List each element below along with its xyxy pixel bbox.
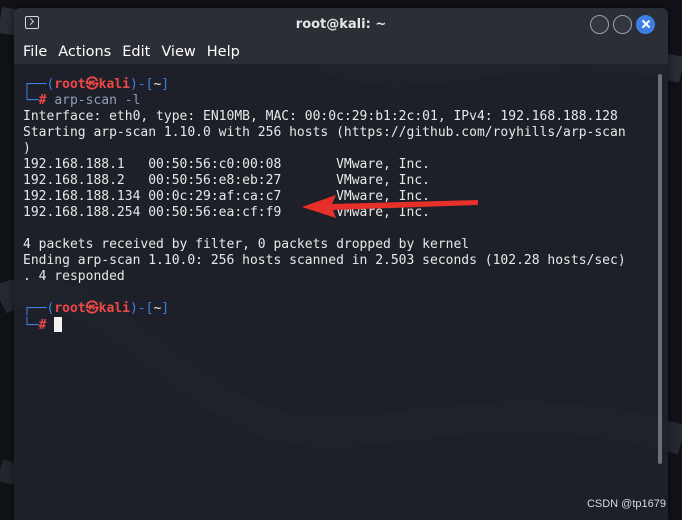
- host-row: 192.168.188.2 00:50:56:e8:eb:27 VMware, …: [23, 173, 430, 188]
- prompt-line: ┌──(root㉿kali)-[~]: [23, 77, 170, 92]
- host-row-highlighted: 192.168.188.134 00:0c:29:af:ca:c7 VMware…: [23, 189, 430, 204]
- output-line: ): [23, 141, 31, 156]
- menu-file[interactable]: File: [18, 40, 52, 64]
- window-title: root@kali: ~: [295, 16, 387, 32]
- terminal-icon: [25, 16, 39, 29]
- command-line: └─#: [23, 317, 668, 333]
- watermark: CSDN @tp1679: [586, 498, 666, 510]
- maximize-button[interactable]: [613, 15, 632, 34]
- command-text: arp-scan -l: [54, 93, 141, 108]
- menu-actions[interactable]: Actions: [53, 40, 116, 64]
- output-line: Starting arp-scan 1.10.0 with 256 hosts …: [23, 125, 626, 140]
- desktop: root@kali: ~ File Actions Edit View Help…: [0, 0, 682, 520]
- terminal-output-area[interactable]: ┌──(root㉿kali)-[~] └─# arp-scan -l Inter…: [14, 65, 668, 505]
- terminal-window: root@kali: ~ File Actions Edit View Help…: [14, 8, 668, 520]
- host-row: 192.168.188.254 00:50:56:ea:cf:f9 VMware…: [23, 205, 430, 220]
- command-line: └─# arp-scan -l: [23, 93, 141, 108]
- title-bar[interactable]: root@kali: ~: [14, 8, 668, 40]
- menu-help[interactable]: Help: [202, 40, 245, 64]
- output-line: Interface: eth0, type: EN10MB, MAC: 00:0…: [23, 109, 618, 124]
- menu-view[interactable]: View: [156, 40, 200, 64]
- close-button[interactable]: [636, 15, 655, 34]
- output-line: 4 packets received by filter, 0 packets …: [23, 237, 470, 252]
- output-line: Ending arp-scan 1.10.0: 256 hosts scanne…: [23, 253, 626, 268]
- scrollbar[interactable]: [658, 74, 662, 464]
- minimize-button[interactable]: [590, 15, 609, 34]
- host-row: 192.168.188.1 00:50:56:c0:00:08 VMware, …: [23, 157, 430, 172]
- output-line: . 4 responded: [23, 269, 125, 284]
- menu-bar: File Actions Edit View Help: [14, 40, 668, 65]
- menu-edit[interactable]: Edit: [117, 40, 155, 64]
- text-cursor: [54, 317, 63, 332]
- prompt-line: ┌──(root㉿kali)-[~]: [23, 301, 170, 316]
